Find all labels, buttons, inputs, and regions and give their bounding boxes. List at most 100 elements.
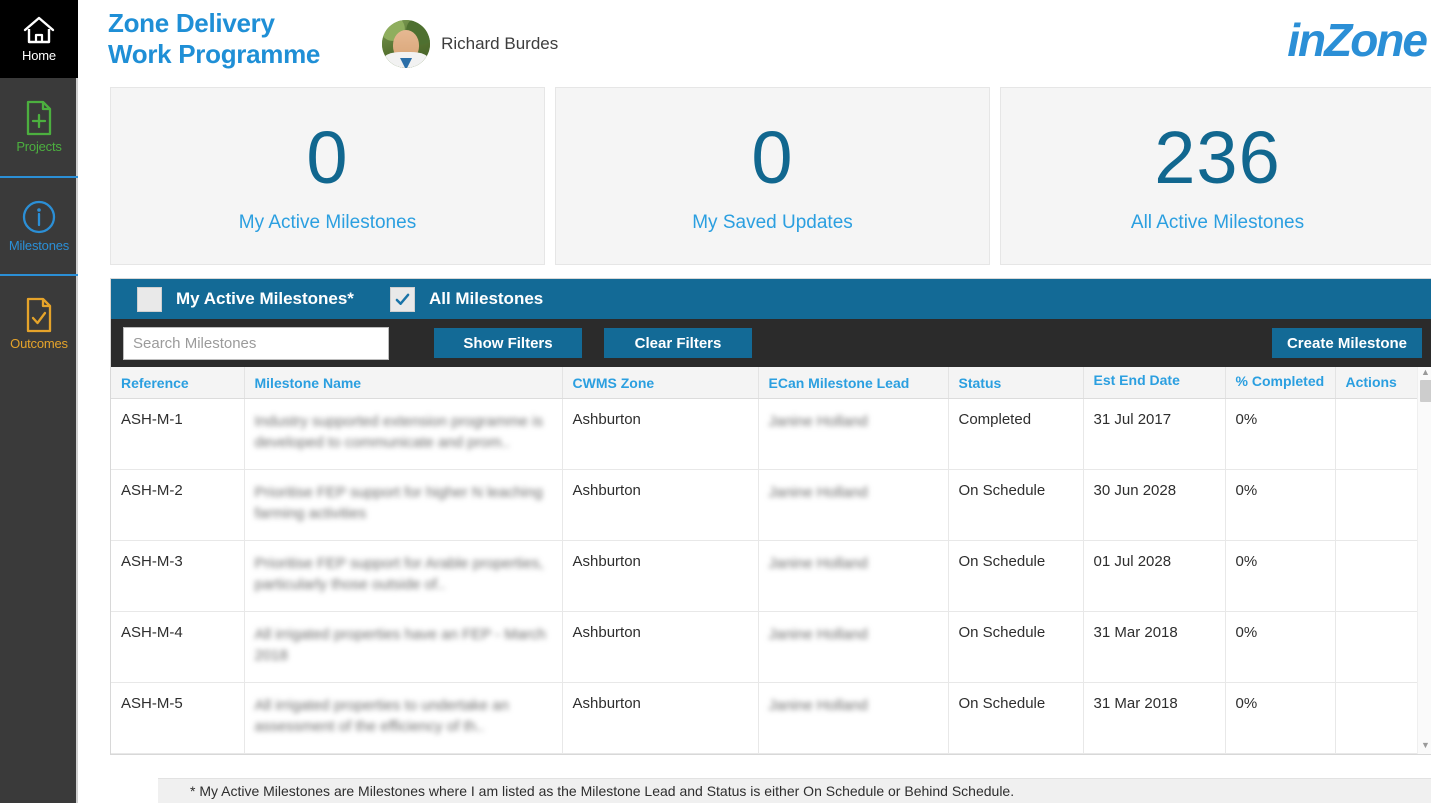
user-block[interactable]: Richard Burdes <box>382 20 558 68</box>
milestone-name-text: All irrigated properties have an FEP - M… <box>254 626 547 664</box>
create-milestone-button[interactable]: Create Milestone <box>1272 328 1422 358</box>
ecan-lead-text: Janine Holland <box>768 555 868 572</box>
table-row[interactable]: ASH-M-1 Industry supported extension pro… <box>111 398 1431 470</box>
filter-action-bar: Show Filters Clear Filters Create Milest… <box>111 319 1431 367</box>
cell-reference: ASH-M-2 <box>111 469 245 541</box>
cell-milestone-name: Prioritise FEP support for Arable proper… <box>244 540 563 612</box>
card-label: My Saved Updates <box>692 212 853 233</box>
card-label: All Active Milestones <box>1130 212 1305 233</box>
table-row[interactable]: ASH-M-3 Prioritise FEP support for Arabl… <box>111 540 1431 612</box>
checkbox-label-my-active: My Active Milestones* <box>176 289 354 308</box>
page-title-line2: Work Programme <box>108 39 321 69</box>
column-header-percent-completed[interactable]: % Completed <box>1225 367 1336 399</box>
milestone-name-text: All irrigated properties to undertake an… <box>254 697 509 735</box>
show-filters-button[interactable]: Show Filters <box>434 328 582 358</box>
cell-percent-completed: 0% <box>1225 682 1336 754</box>
card-my-saved-updates[interactable]: 0 My Saved Updates <box>555 87 990 265</box>
card-value: 0 <box>751 116 794 199</box>
cell-reference: ASH-M-4 <box>111 611 245 683</box>
page-title-line1: Zone Delivery <box>108 8 275 38</box>
search-input[interactable] <box>123 326 389 360</box>
home-icon <box>22 15 56 45</box>
milestone-name-text: Prioritise FEP support for higher N leac… <box>254 484 543 522</box>
sidebar-item-projects[interactable]: Projects <box>0 78 78 176</box>
sidebar-item-label-projects: Projects <box>16 139 62 154</box>
cell-est-end-date: 31 Jul 2017 <box>1083 398 1226 470</box>
table-head: Reference Milestone Name CWMS Zone ECan … <box>111 367 1431 399</box>
table-header-row: Reference Milestone Name CWMS Zone ECan … <box>111 367 1431 399</box>
milestone-name-text: Industry supported extension programme i… <box>254 413 543 451</box>
milestone-name-text: Prioritise FEP support for Arable proper… <box>254 555 544 593</box>
cell-cwms-zone: Ashburton <box>562 540 759 612</box>
main-content: Zone Delivery Work Programme Richard Bur… <box>78 0 1431 803</box>
milestones-panel: My Active Milestones* All Milestones Sho… <box>110 278 1431 755</box>
sidebar-item-label-home: Home <box>22 48 56 63</box>
cell-ecan-lead: Janine Holland <box>758 611 949 683</box>
card-all-active-milestones[interactable]: 236 All Active Milestones <box>1000 87 1431 265</box>
checkbox-label-all: All Milestones <box>428 289 544 308</box>
cell-percent-completed: 0% <box>1225 398 1336 470</box>
checkbox-all-milestones[interactable]: All Milestones <box>389 286 544 312</box>
cell-percent-completed: 0% <box>1225 540 1336 612</box>
app-root: Home Projects Milestones Outcomes Zone D… <box>0 0 1431 803</box>
card-value: 0 <box>306 116 349 199</box>
cell-reference: ASH-M-1 <box>111 398 245 470</box>
sidebar-item-outcomes[interactable]: Outcomes <box>0 274 78 372</box>
page-title: Zone Delivery Work Programme <box>78 8 320 70</box>
cell-milestone-name: All irrigated properties to undertake an… <box>244 682 563 754</box>
clear-filters-button[interactable]: Clear Filters <box>604 328 752 358</box>
scroll-down-arrow[interactable]: ▼ <box>1418 740 1431 752</box>
ecan-lead-text: Janine Holland <box>768 697 868 714</box>
cell-est-end-date: 01 Jul 2028 <box>1083 540 1226 612</box>
cell-percent-completed: 0% <box>1225 611 1336 683</box>
cell-percent-completed: 0% <box>1225 469 1336 541</box>
cell-ecan-lead: Janine Holland <box>758 682 949 754</box>
cell-ecan-lead: Janine Holland <box>758 469 949 541</box>
table-body: ASH-M-1 Industry supported extension pro… <box>111 398 1431 754</box>
page-header: Zone Delivery Work Programme Richard Bur… <box>78 0 1431 85</box>
column-header-reference[interactable]: Reference <box>111 367 245 399</box>
cell-cwms-zone: Ashburton <box>562 611 759 683</box>
cell-est-end-date: 31 Mar 2018 <box>1083 682 1226 754</box>
sidebar-item-label-milestones: Milestones <box>8 238 70 253</box>
cell-status: On Schedule <box>948 682 1084 754</box>
checkbox-box-my-active[interactable] <box>137 286 162 312</box>
column-header-cwms-zone[interactable]: CWMS Zone <box>562 367 759 399</box>
cell-cwms-zone: Ashburton <box>562 469 759 541</box>
card-label: My Active Milestones <box>238 212 417 233</box>
scroll-up-arrow[interactable]: ▲ <box>1418 367 1431 379</box>
sidebar: Home Projects Milestones Outcomes <box>0 0 78 803</box>
table-row[interactable]: ASH-M-5 All irrigated properties to unde… <box>111 682 1431 754</box>
card-my-active-milestones[interactable]: 0 My Active Milestones <box>110 87 545 265</box>
card-value: 236 <box>1154 116 1281 199</box>
info-circle-icon <box>21 199 57 235</box>
check-icon <box>395 293 410 305</box>
column-header-status[interactable]: Status <box>948 367 1084 399</box>
column-header-ecan-milestone-lead[interactable]: ECan Milestone Lead <box>758 367 949 399</box>
footnote: * My Active Milestones are Milestones wh… <box>158 778 1431 803</box>
avatar <box>382 20 431 68</box>
table-row[interactable]: ASH-M-4 All irrigated properties have an… <box>111 611 1431 683</box>
inzone-logo[interactable]: inZone <box>1287 14 1428 66</box>
ecan-lead-text: Janine Holland <box>768 484 868 501</box>
cell-ecan-lead: Janine Holland <box>758 398 949 470</box>
checkbox-box-all[interactable] <box>389 286 415 312</box>
column-header-est-end-date[interactable]: Est End Date <box>1083 367 1226 399</box>
sidebar-item-home[interactable]: Home <box>0 0 78 78</box>
scroll-thumb[interactable] <box>1419 380 1431 402</box>
cell-status: Completed <box>948 398 1084 470</box>
user-name: Richard Burdes <box>441 34 559 53</box>
checkbox-my-active-milestones[interactable]: My Active Milestones* <box>137 286 354 312</box>
table-row[interactable]: ASH-M-2 Prioritise FEP support for highe… <box>111 469 1431 541</box>
sidebar-item-milestones[interactable]: Milestones <box>0 176 78 274</box>
column-header-milestone-name[interactable]: Milestone Name <box>244 367 563 399</box>
stat-cards: 0 My Active Milestones 0 My Saved Update… <box>78 87 1431 265</box>
cell-status: On Schedule <box>948 540 1084 612</box>
filter-checkbox-bar: My Active Milestones* All Milestones <box>111 279 1431 319</box>
ecan-lead-text: Janine Holland <box>768 413 868 430</box>
table-scrollbar[interactable]: ▲ ▼ <box>1417 367 1431 754</box>
document-check-icon <box>24 297 54 333</box>
cell-status: On Schedule <box>948 611 1084 683</box>
cell-reference: ASH-M-3 <box>111 540 245 612</box>
cell-est-end-date: 30 Jun 2028 <box>1083 469 1226 541</box>
